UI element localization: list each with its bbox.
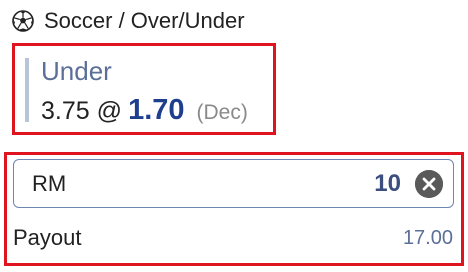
handicap-value: 3.75 [41,97,90,125]
market-title: Soccer / Over/Under [44,8,245,33]
clear-icon[interactable] [415,170,443,198]
selection-name: Under [41,56,112,86]
odds-format-label: (Dec) [196,101,248,124]
stake-highlight: RM 10 Payout 17.00 [4,152,464,266]
stake-amount[interactable]: 10 [374,170,401,198]
soccer-ball-icon [12,10,34,32]
currency-label: RM [32,171,67,196]
selection-accent-bar [25,58,29,122]
payout-value: 17.00 [402,227,453,249]
selection-odds-line: 3.75 @ 1.70 (Dec) [41,94,248,127]
bet-slip-item: Soccer / Over/Under Under 3.75 @ 1.70 (D… [0,0,468,272]
stake-input[interactable]: RM 10 [13,159,454,208]
at-separator: @ [96,97,123,125]
sport-header: Soccer / Over/Under [12,6,245,36]
payout-label: Payout [13,225,82,250]
odds-value: 1.70 [128,94,185,126]
selection-highlight: Under 3.75 @ 1.70 (Dec) [12,43,276,135]
